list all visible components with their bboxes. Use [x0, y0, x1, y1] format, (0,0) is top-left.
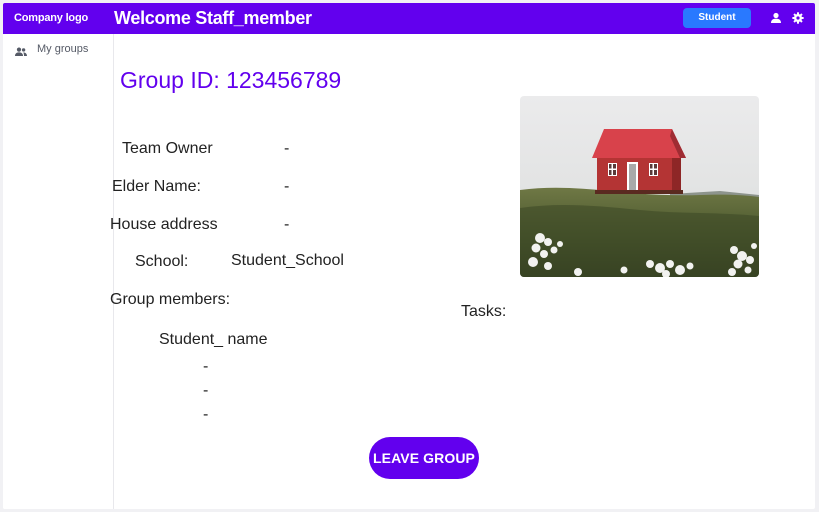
member-list-item: -: [203, 358, 209, 375]
team-owner-value: -: [284, 140, 290, 157]
welcome-title: Welcome Staff_member: [114, 8, 312, 28]
sidebar-item-label: My groups: [37, 43, 89, 55]
person-icon[interactable]: [770, 12, 782, 24]
top-app-bar: Company logo Welcome Staff_member Studen…: [3, 3, 815, 34]
elder-name-value: -: [284, 178, 290, 195]
sidebar: My groups: [3, 34, 114, 509]
team-owner-label: Team Owner: [122, 140, 213, 157]
company-logo[interactable]: Company logo: [14, 12, 88, 24]
group-icon: [15, 44, 27, 56]
member-column-header: Student_ name: [159, 331, 268, 348]
school-value: Student_School: [231, 252, 344, 269]
school-label: School:: [135, 253, 189, 270]
house-address-value: -: [284, 216, 290, 233]
group-id-heading: Group ID: 123456789: [120, 67, 342, 93]
house-address-label: House address: [110, 216, 218, 233]
gear-icon[interactable]: [792, 12, 804, 24]
sidebar-item-my-groups[interactable]: My groups: [15, 42, 107, 60]
member-list-item: -: [203, 406, 209, 423]
group-members-label: Group members:: [110, 291, 231, 308]
app-frame: Company logo Welcome Staff_member Studen…: [3, 3, 815, 509]
member-list-item: -: [203, 382, 209, 399]
leave-group-button[interactable]: LEAVE GROUP: [369, 437, 479, 479]
elder-name-label: Elder Name:: [112, 178, 201, 195]
house-photo: [520, 96, 759, 277]
tasks-label: Tasks:: [461, 303, 507, 320]
student-role-button[interactable]: Student: [683, 8, 751, 28]
